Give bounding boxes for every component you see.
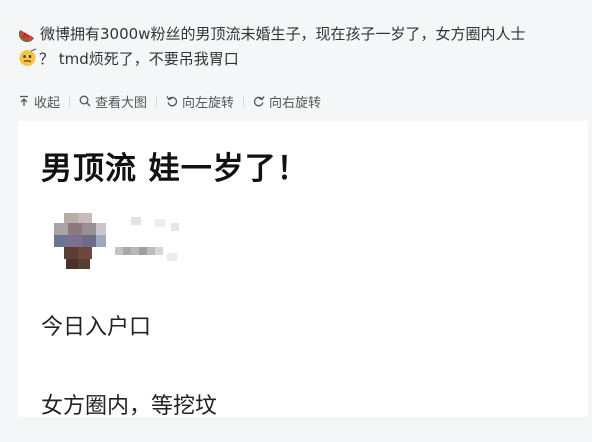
- rotate-left-button[interactable]: 向左旋转: [166, 92, 234, 111]
- thinking-face-icon: [18, 48, 37, 67]
- image-text-line-1: 今日入户口: [41, 315, 152, 340]
- toolbar-divider: [243, 95, 245, 107]
- username-mosaic: [115, 217, 179, 261]
- rotate-right-icon: [253, 96, 265, 107]
- collapse-button[interactable]: 收起: [18, 92, 60, 111]
- view-large-button[interactable]: 查看大图: [79, 92, 147, 111]
- image-toolbar: 收起 查看大图 向左旋转 向右旋转: [18, 90, 321, 112]
- view-large-label: 查看大图: [95, 95, 148, 111]
- rotate-right-label: 向右旋转: [269, 95, 322, 111]
- image-text-line-2: 女方圈内，等挖坟: [41, 394, 218, 417]
- rotate-right-button[interactable]: 向右旋转: [253, 92, 321, 111]
- toolbar-divider: [69, 95, 71, 107]
- rotate-left-icon: [166, 96, 178, 107]
- arrow-up-icon: [20, 95, 28, 106]
- magnifier-icon: [79, 95, 91, 107]
- toolbar-divider: [156, 95, 158, 107]
- rotate-left-label: 向左旋转: [182, 95, 235, 111]
- post-text-line-2: ？ tmd烦死了，不要吊我胃口: [18, 47, 584, 72]
- post-text-content-2: ？ tmd烦死了，不要吊我胃口: [39, 50, 239, 68]
- post-text-line-1: 微博拥有3000w粉丝的男顶流未婚生子，现在孩子一岁了，女方圈内人士: [18, 22, 584, 47]
- avatar-mosaic: [54, 213, 106, 269]
- image-title: 男顶流 娃一岁了！: [41, 151, 309, 187]
- collapse-label: 收起: [34, 95, 61, 111]
- post-text: 微博拥有3000w粉丝的男顶流未婚生子，现在孩子一岁了，女方圈内人士 ？ tmd…: [18, 22, 584, 72]
- watermelon-icon: [18, 24, 36, 43]
- post-image[interactable]: 男顶流 娃一岁了！ 今日入户口 女方圈内，等挖坟: [18, 121, 588, 417]
- post-text-content-1: 微博拥有3000w粉丝的男顶流未婚生子，现在孩子一岁了，女方圈内人士: [40, 25, 526, 43]
